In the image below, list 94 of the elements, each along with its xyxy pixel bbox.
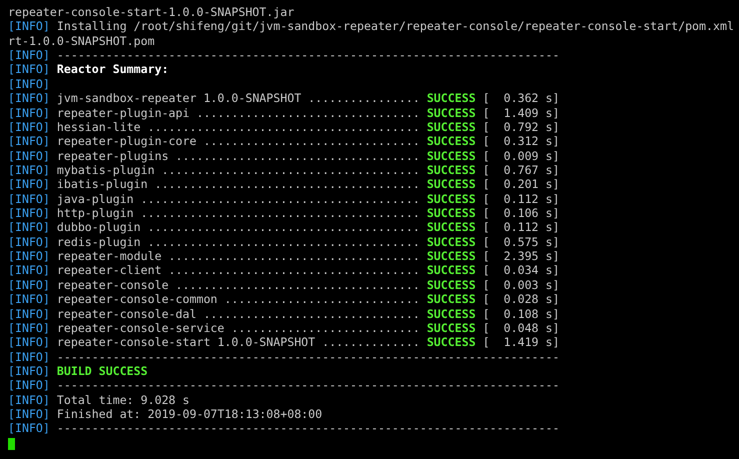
- module-status: SUCCESS: [426, 292, 476, 307]
- log-level-tag: [INFO]: [8, 91, 50, 106]
- module-time: [ 0.362 s]: [482, 91, 560, 106]
- module-time: [ 2.395 s]: [482, 249, 560, 264]
- log-level-tag: [INFO]: [8, 306, 50, 321]
- module-time: [ 0.003 s]: [482, 278, 560, 292]
- log-text: ------------------------------------------------------------------------: [56, 421, 560, 436]
- log-level-tag: [INFO]: [8, 292, 50, 307]
- module-name: repeater-console-dal ...............................: [56, 306, 421, 321]
- module-status: SUCCESS: [426, 306, 476, 321]
- module-status: SUCCESS: [426, 91, 476, 106]
- module-status: SUCCESS: [426, 134, 476, 149]
- module-time: [ 0.106 s]: [482, 206, 560, 220]
- module-status: SUCCESS: [426, 263, 476, 278]
- module-name: dubbo-plugin .......................................: [56, 220, 421, 235]
- log-text: Installing /root/shifeng/git/jvm-sandbox-repeater/repeater-console/repeater-console-start/pom.xml: [56, 19, 734, 34]
- log-level-tag: [INFO]: [8, 220, 50, 235]
- module-time: [ 0.112 s]: [482, 192, 560, 206]
- log-level-tag: [INFO]: [8, 407, 50, 422]
- log-level-tag: [INFO]: [8, 421, 50, 436]
- module-name: repeater-console-start 1.0.0-SNAPSHOT ..............: [56, 335, 421, 350]
- log-level-tag: [INFO]: [8, 206, 50, 220]
- log-level-tag: [INFO]: [8, 134, 50, 149]
- log-level-tag: [INFO]: [8, 320, 50, 336]
- log-level-tag: [INFO]: [8, 148, 50, 163]
- module-status: SUCCESS: [426, 120, 476, 134]
- module-name: jvm-sandbox-repeater 1.0.0-SNAPSHOT ................: [56, 91, 421, 106]
- log-level-tag: [INFO]: [8, 335, 50, 350]
- module-time: [ 0.312 s]: [482, 134, 560, 149]
- log-level-tag: [INFO]: [8, 48, 50, 62]
- log-level-tag: [INFO]: [8, 364, 50, 378]
- log-level-tag: [INFO]: [8, 76, 50, 92]
- log-text: Finished at: 2019-09-07T18:13:08+08:00: [56, 407, 322, 422]
- log-level-tag: [INFO]: [8, 278, 50, 292]
- module-name: repeater-plugin-api ................................: [56, 106, 421, 120]
- module-time: [ 0.792 s]: [482, 120, 560, 134]
- log-text: ------------------------------------------------------------------------: [56, 378, 560, 393]
- module-name: hessian-lite .......................................: [56, 120, 421, 134]
- log-level-tag: [INFO]: [8, 62, 50, 77]
- module-name: http-plugin ........................................: [56, 206, 421, 220]
- module-name: repeater-console-service ...........................: [56, 320, 421, 336]
- module-name: repeater-plugins ...................................: [56, 148, 421, 163]
- module-status: SUCCESS: [426, 206, 476, 220]
- log-level-tag: [INFO]: [8, 177, 50, 192]
- module-time: [ 0.108 s]: [482, 306, 560, 321]
- module-name: mybatis-plugin .....................................: [56, 162, 421, 178]
- module-time: [ 1.419 s]: [482, 335, 560, 350]
- module-name: repeater-module ....................................: [56, 249, 421, 264]
- module-time: [ 0.034 s]: [482, 263, 560, 278]
- module-status: SUCCESS: [426, 192, 476, 206]
- module-name: java-plugin ........................................: [56, 192, 421, 206]
- log-level-tag: [INFO]: [8, 263, 50, 278]
- module-name: ibatis-plugin ......................................: [56, 177, 421, 192]
- module-status: SUCCESS: [426, 249, 476, 264]
- module-status: SUCCESS: [426, 148, 476, 163]
- module-status: SUCCESS: [426, 320, 476, 336]
- module-time: [ 0.048 s]: [482, 320, 560, 336]
- log-text: rt-1.0.0-SNAPSHOT.pom: [8, 34, 155, 48]
- log-text: ------------------------------------------------------------------------: [56, 48, 560, 62]
- log-level-tag: [INFO]: [8, 249, 50, 264]
- log-level-tag: [INFO]: [8, 192, 50, 206]
- module-time: [ 0.112 s]: [482, 220, 560, 235]
- build-status: BUILD SUCCESS: [56, 364, 148, 378]
- module-time: [ 0.028 s]: [482, 292, 560, 307]
- module-name: repeater-plugin-core ...............................: [56, 134, 421, 149]
- log-level-tag: [INFO]: [8, 106, 50, 120]
- text-cursor: [8, 438, 15, 450]
- module-status: SUCCESS: [426, 177, 476, 192]
- log-level-tag: [INFO]: [8, 350, 50, 364]
- log-text: Total time: 9.028 s: [56, 392, 190, 408]
- module-time: [ 0.575 s]: [482, 234, 560, 250]
- log-text: ------------------------------------------------------------------------: [56, 350, 560, 364]
- module-time: [ 1.409 s]: [482, 106, 560, 120]
- module-status: SUCCESS: [426, 278, 476, 292]
- module-status: SUCCESS: [426, 234, 476, 250]
- log-level-tag: [INFO]: [8, 120, 50, 134]
- module-time: [ 0.767 s]: [482, 162, 560, 178]
- log-level-tag: [INFO]: [8, 378, 50, 393]
- log-level-tag: [INFO]: [8, 392, 50, 408]
- module-status: SUCCESS: [426, 106, 476, 120]
- module-name: repeater-console-common ............................: [56, 292, 421, 307]
- module-status: SUCCESS: [426, 335, 476, 350]
- log-level-tag: [INFO]: [8, 162, 50, 178]
- log-text: repeater-console-start-1.0.0-SNAPSHOT.jar: [8, 5, 294, 20]
- module-name: redis-plugin .......................................: [56, 234, 421, 250]
- log-level-tag: [INFO]: [8, 19, 50, 34]
- module-name: repeater-console ...................................: [56, 278, 421, 292]
- module-status: SUCCESS: [426, 162, 476, 178]
- log-heading: Reactor Summary:: [56, 62, 169, 77]
- module-time: [ 0.009 s]: [482, 148, 560, 163]
- module-name: repeater-client ....................................: [56, 263, 421, 278]
- module-status: SUCCESS: [426, 220, 476, 235]
- log-level-tag: [INFO]: [8, 234, 50, 250]
- module-time: [ 0.201 s]: [482, 177, 560, 192]
